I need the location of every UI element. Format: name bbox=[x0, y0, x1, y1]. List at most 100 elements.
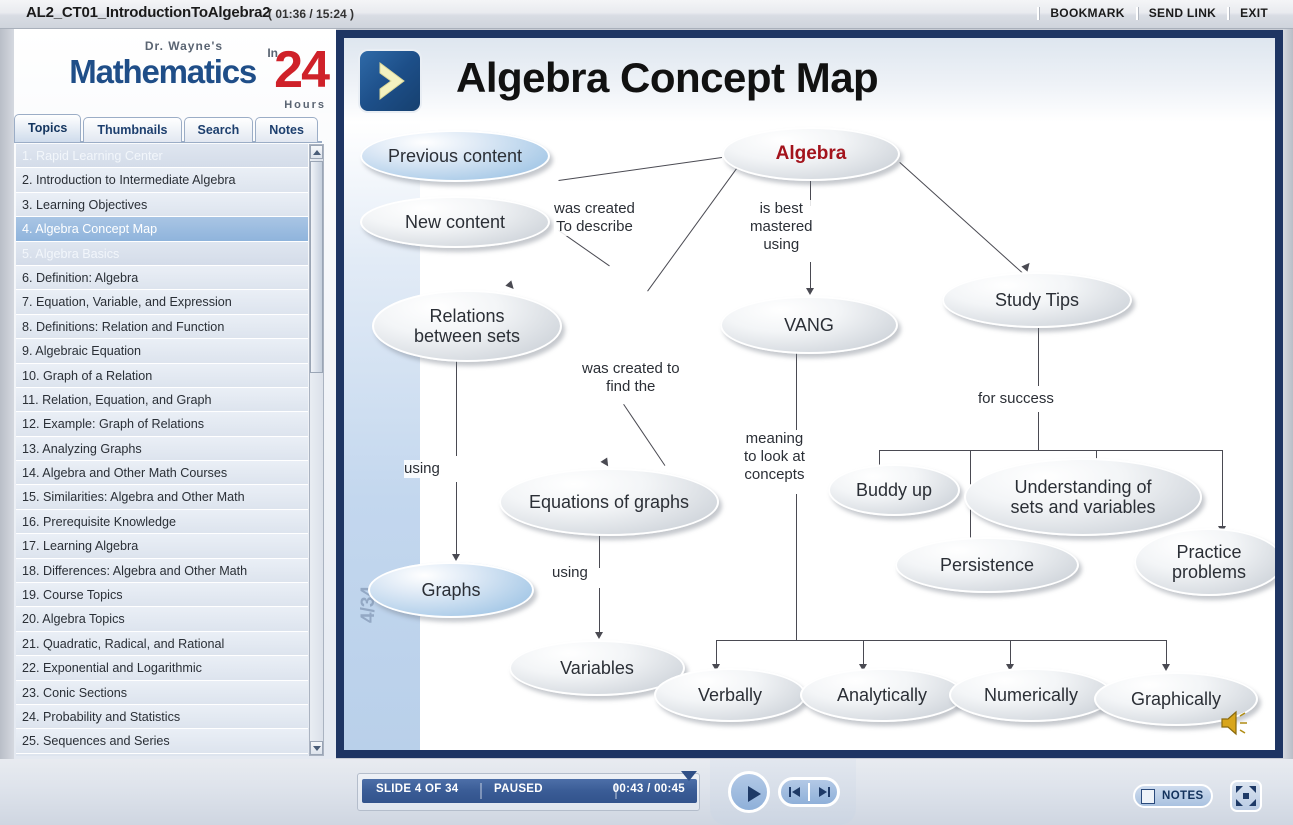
topic-list-item[interactable]: 18. Differences: Algebra and Other Math bbox=[16, 558, 308, 584]
topic-list-item[interactable]: 20. Algebra Topics bbox=[16, 607, 308, 632]
concept-node-persistence: Persistence bbox=[895, 537, 1079, 593]
concept-node-label: Relations between sets bbox=[413, 306, 521, 346]
speaker-icon[interactable] bbox=[1219, 708, 1253, 738]
concept-node-studytips: Study Tips bbox=[942, 272, 1132, 328]
topic-list-item[interactable]: 13. Analyzing Graphs bbox=[16, 436, 308, 462]
concept-node-buddyup: Buddy up bbox=[828, 464, 960, 516]
concept-edge-label: using bbox=[404, 460, 440, 478]
topic-list-scrollbar[interactable] bbox=[309, 144, 324, 756]
logo-hours: Hours bbox=[284, 99, 326, 111]
course-time: ( 01:36 / 15:24 ) bbox=[268, 7, 355, 21]
topic-list-item[interactable]: 7. Equation, Variable, and Expression bbox=[16, 290, 308, 315]
tab-thumbnails[interactable]: Thumbnails bbox=[83, 117, 182, 142]
scroll-up-button[interactable] bbox=[310, 145, 323, 159]
play-button[interactable] bbox=[728, 771, 770, 813]
topic-list-item[interactable]: 5. Algebra Basics bbox=[16, 241, 308, 266]
concept-node-label: Analytically bbox=[836, 685, 928, 705]
topic-list-item[interactable]: 25. Sequences and Series bbox=[16, 729, 308, 754]
concept-node-label: Verbally bbox=[697, 685, 763, 705]
topic-list-item[interactable]: 3. Learning Objectives bbox=[16, 192, 308, 218]
connector bbox=[558, 157, 722, 181]
notes-button[interactable]: NOTES bbox=[1133, 784, 1213, 808]
connector bbox=[716, 640, 1166, 641]
progress-handle[interactable] bbox=[681, 771, 697, 781]
topic-list-item[interactable]: 9. Algebraic Equation bbox=[16, 339, 308, 364]
chevron-up-icon bbox=[313, 150, 321, 155]
connector bbox=[623, 404, 666, 466]
topic-list-item[interactable]: 11. Relation, Equation, and Graph bbox=[16, 387, 308, 413]
chevron-right-icon bbox=[358, 49, 422, 113]
topic-list-item[interactable]: 16. Prerequisite Knowledge bbox=[16, 509, 308, 535]
topic-list-item[interactable]: 12. Example: Graph of Relations bbox=[16, 412, 308, 437]
topic-list-item[interactable]: 2. Introduction to Intermediate Algebra bbox=[16, 168, 308, 193]
course-title: AL2_CT01_IntroductionToAlgebra2 bbox=[26, 4, 271, 21]
connector bbox=[599, 588, 600, 636]
connector bbox=[796, 494, 797, 640]
arrowhead-icon bbox=[600, 457, 612, 469]
step-buttons bbox=[778, 777, 840, 807]
topic-list-item[interactable]: 15. Similarities: Algebra and Other Math bbox=[16, 485, 308, 510]
top-links: BOOKMARK SEND LINK EXIT bbox=[1037, 6, 1279, 20]
play-icon bbox=[748, 786, 761, 802]
send-link-link[interactable]: SEND LINK bbox=[1138, 6, 1227, 20]
notes-button-label: NOTES bbox=[1162, 790, 1204, 802]
step-back-button[interactable] bbox=[781, 780, 808, 804]
concept-node-numerically: Numerically bbox=[949, 668, 1113, 722]
topic-list-item[interactable]: 24. Probability and Statistics bbox=[16, 704, 308, 730]
connector bbox=[1038, 412, 1039, 450]
concept-node-label: Graphically bbox=[1130, 689, 1222, 709]
connector bbox=[456, 482, 457, 558]
concept-node-relations: Relations between sets bbox=[372, 290, 562, 362]
connector bbox=[796, 352, 797, 430]
concept-node-verbally: Verbally bbox=[654, 668, 806, 722]
fullscreen-icon bbox=[1236, 786, 1256, 806]
topic-list-item[interactable]: 17. Learning Algebra bbox=[16, 534, 308, 559]
bookmark-link[interactable]: BOOKMARK bbox=[1039, 6, 1135, 20]
connector bbox=[647, 161, 742, 292]
concept-node-label: Persistence bbox=[939, 555, 1035, 575]
concept-edge-label: meaning to look at concepts bbox=[744, 430, 805, 484]
concept-node-label: New content bbox=[404, 212, 506, 232]
fullscreen-button[interactable] bbox=[1230, 780, 1262, 812]
topic-list-item[interactable]: 14. Algebra and Other Math Courses bbox=[16, 461, 308, 486]
step-back-icon bbox=[788, 787, 800, 797]
scroll-down-button[interactable] bbox=[310, 741, 323, 755]
topic-list-item[interactable]: 10. Graph of a Relation bbox=[16, 363, 308, 388]
playback-controls bbox=[710, 759, 856, 825]
play-state-label: PAUSED bbox=[494, 783, 543, 795]
topic-list-item[interactable]: 6. Definition: Algebra bbox=[16, 265, 308, 291]
topic-list-item[interactable]: 22. Exponential and Logarithmic bbox=[16, 656, 308, 681]
topic-list-item[interactable]: 1. Rapid Learning Center bbox=[16, 144, 308, 169]
tab-notes[interactable]: Notes bbox=[255, 117, 318, 142]
divider bbox=[480, 783, 482, 799]
tab-search[interactable]: Search bbox=[183, 117, 254, 142]
concept-edge-label: for success bbox=[978, 390, 1054, 408]
concept-node-label: Previous content bbox=[387, 146, 523, 166]
concept-edge-label: was created to find the bbox=[582, 360, 680, 396]
title-bar: AL2_CT01_IntroductionToAlgebra2 ( 01:36 … bbox=[0, 0, 1293, 29]
exit-link[interactable]: EXIT bbox=[1229, 6, 1279, 20]
progress-panel[interactable]: SLIDE 4 OF 34 PAUSED 00:43 / 00:45 bbox=[357, 773, 700, 811]
arrowhead-icon bbox=[1021, 260, 1033, 272]
topic-list-item[interactable]: 21. Quadratic, Radical, and Rational bbox=[16, 631, 308, 657]
brand-logo: Dr. Wayne's Mathematics In 24 Hours bbox=[14, 31, 336, 113]
topic-list[interactable]: 1. Rapid Learning Center 2. Introduction … bbox=[16, 144, 308, 756]
panel-tabs: Topics Thumbnails Search Notes bbox=[14, 114, 322, 142]
topic-list-item[interactable]: 4. Algebra Concept Map bbox=[16, 217, 308, 242]
slide-stage: Algebra Concept Map 4/34 Previous conten… bbox=[344, 38, 1275, 750]
topic-list-item[interactable]: 23. Conic Sections bbox=[16, 680, 308, 705]
step-forward-icon bbox=[818, 787, 830, 797]
topic-list-item[interactable]: 8. Definitions: Relation and Function bbox=[16, 314, 308, 340]
concept-node-label: Understanding of sets and variables bbox=[1010, 477, 1156, 517]
concept-node-algebra: Algebra bbox=[722, 127, 900, 181]
progress-bar[interactable]: SLIDE 4 OF 34 PAUSED 00:43 / 00:45 bbox=[362, 779, 697, 803]
connector bbox=[599, 534, 600, 568]
scrollbar-thumb[interactable] bbox=[310, 161, 323, 373]
concept-node-equations: Equations of graphs bbox=[499, 468, 719, 536]
concept-node-graphs: Graphs bbox=[368, 562, 534, 618]
topic-list-item[interactable]: 19. Course Topics bbox=[16, 583, 308, 608]
concept-edge-label: is best mastered using bbox=[750, 200, 813, 254]
step-forward-button[interactable] bbox=[810, 780, 837, 804]
tab-topics[interactable]: Topics bbox=[14, 114, 82, 142]
concept-node-label: Study Tips bbox=[994, 290, 1080, 310]
